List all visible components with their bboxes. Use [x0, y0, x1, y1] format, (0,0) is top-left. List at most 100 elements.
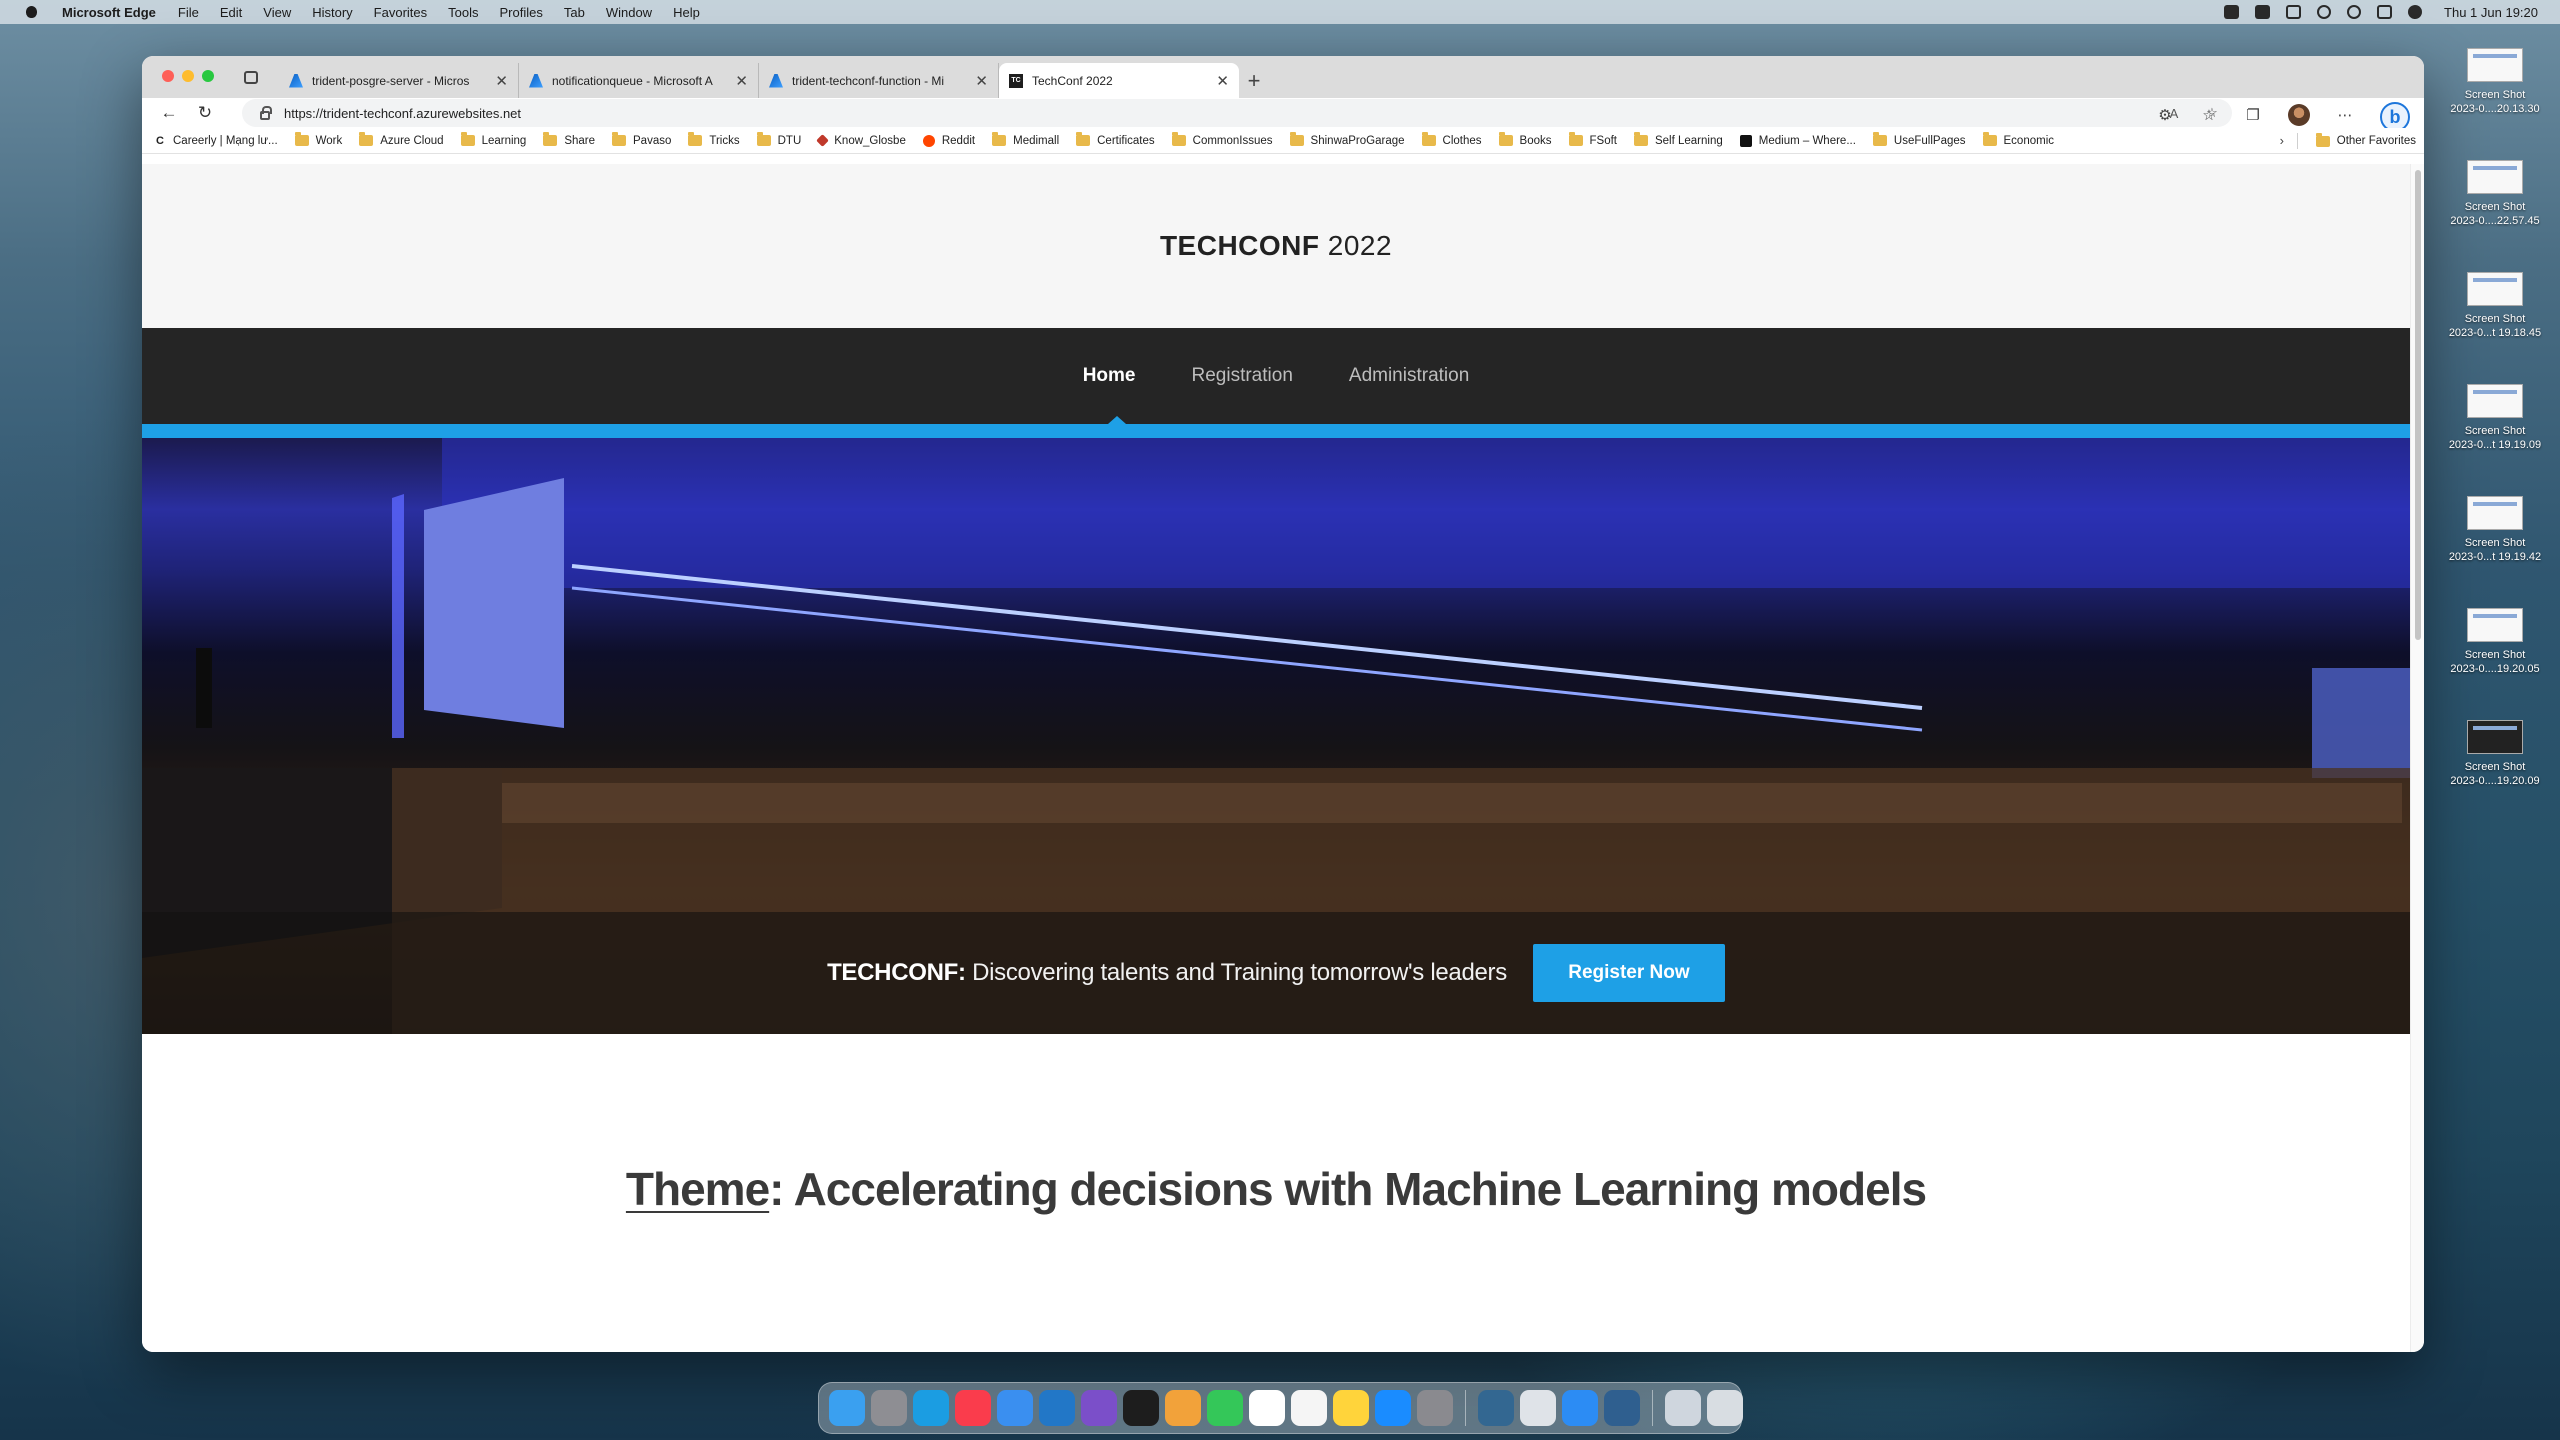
- favorite-certificates[interactable]: Certificates: [1076, 132, 1155, 147]
- new-tab-button[interactable]: +: [1239, 63, 1269, 98]
- favorite-azure-cloud[interactable]: Azure Cloud: [359, 132, 444, 147]
- favorite-self-learning[interactable]: Self Learning: [1633, 132, 1723, 147]
- reminders-icon[interactable]: [1291, 1390, 1327, 1426]
- other-favorites[interactable]: Other Favorites: [2315, 128, 2416, 154]
- desktop-file[interactable]: Screen Shot 2023-0....22.57.45: [2430, 160, 2560, 228]
- menu-file[interactable]: File: [178, 5, 199, 20]
- tab-trident-posgre-server[interactable]: trident-posgre-server - Micros ✕: [279, 63, 519, 98]
- favorite-medimall[interactable]: Medimall: [992, 132, 1059, 147]
- vscode-icon[interactable]: [1039, 1390, 1075, 1426]
- close-window-button[interactable]: [162, 70, 174, 82]
- app-store-icon[interactable]: [1375, 1390, 1411, 1426]
- tab-actions-icon[interactable]: [244, 71, 258, 84]
- favorite-commonissues[interactable]: CommonIssues: [1171, 132, 1273, 147]
- close-tab-icon[interactable]: ✕: [1216, 72, 1229, 90]
- favorite-medium[interactable]: Medium – Where...: [1739, 134, 1856, 147]
- zoom-window-button[interactable]: [202, 70, 214, 82]
- menu-help[interactable]: Help: [673, 5, 700, 20]
- close-tab-icon[interactable]: ✕: [735, 72, 748, 90]
- tab-trident-techconf-function[interactable]: trident-techconf-function - Mi ✕: [759, 63, 999, 98]
- facetime-icon[interactable]: [1207, 1390, 1243, 1426]
- url-text[interactable]: https://trident-techconf.azurewebsites.n…: [284, 106, 521, 121]
- extensions-icon[interactable]: ⚙: [2156, 106, 2174, 124]
- terminal-icon[interactable]: [1123, 1390, 1159, 1426]
- launchpad-icon[interactable]: [871, 1390, 907, 1426]
- favorite-clothes[interactable]: Clothes: [1421, 132, 1482, 147]
- menu-profiles[interactable]: Profiles: [500, 5, 543, 20]
- pgadmin-icon[interactable]: [1604, 1390, 1640, 1426]
- edge-icon[interactable]: [913, 1390, 949, 1426]
- favorite-pavaso[interactable]: Pavaso: [612, 132, 671, 147]
- favorite-work[interactable]: Work: [294, 132, 342, 147]
- favorite-fsoft[interactable]: FSoft: [1568, 132, 1617, 147]
- favorite-usefullpages[interactable]: UseFullPages: [1872, 132, 1966, 147]
- collections-icon[interactable]: ❐: [2244, 106, 2262, 124]
- tab-notificationqueue[interactable]: notificationqueue - Microsoft A ✕: [519, 63, 759, 98]
- menu-tab[interactable]: Tab: [564, 5, 585, 20]
- nav-home[interactable]: Home: [1083, 365, 1136, 387]
- script-editor-icon[interactable]: [1520, 1390, 1556, 1426]
- favorite-learning[interactable]: Learning: [460, 132, 526, 147]
- safari-icon[interactable]: [1562, 1390, 1598, 1426]
- menu-view[interactable]: View: [263, 5, 291, 20]
- reload-icon[interactable]: ↻: [196, 103, 214, 122]
- menu-history[interactable]: History: [312, 5, 352, 20]
- input-source-icon[interactable]: [2255, 5, 2271, 19]
- menu-edit[interactable]: Edit: [220, 5, 242, 20]
- apple-icon[interactable]: [22, 5, 44, 19]
- favorite-tricks[interactable]: Tricks: [688, 132, 740, 147]
- desktop-file[interactable]: Screen Shot 2023-0....19.20.05: [2430, 608, 2560, 676]
- cloud-status-icon[interactable]: [2224, 5, 2240, 19]
- desktop-file[interactable]: Screen Shot 2023-0...t 19.18.45: [2430, 272, 2560, 340]
- system-settings-icon[interactable]: [1417, 1390, 1453, 1426]
- desktop-file[interactable]: Screen Shot 2023-0...t 19.19.09: [2430, 384, 2560, 452]
- favorite-know-glosbe[interactable]: Know_Glosbe: [816, 134, 906, 147]
- photos-icon[interactable]: [1165, 1390, 1201, 1426]
- battery-icon[interactable]: [2286, 5, 2302, 19]
- menu-tools[interactable]: Tools: [448, 5, 478, 20]
- siri-icon[interactable]: [2408, 5, 2423, 19]
- favorite-reddit[interactable]: Reddit: [922, 134, 975, 147]
- menubar-clock[interactable]: Thu 1 Jun 19:20: [2444, 5, 2538, 20]
- visual-studio-icon[interactable]: [1081, 1390, 1117, 1426]
- music-icon[interactable]: [955, 1390, 991, 1426]
- desktop-file[interactable]: Screen Shot 2023-0....19.20.09: [2430, 720, 2560, 788]
- favorite-books[interactable]: Books: [1498, 132, 1552, 147]
- nav-registration[interactable]: Registration: [1192, 365, 1293, 387]
- search-icon[interactable]: [2347, 5, 2362, 19]
- wifi-icon[interactable]: [2317, 5, 2332, 19]
- trash-icon[interactable]: [1707, 1390, 1743, 1426]
- chevron-right-icon[interactable]: ›: [2280, 133, 2284, 148]
- site-brand[interactable]: TECHCONF 2022: [1160, 230, 1392, 262]
- scrollbar-thumb[interactable]: [2415, 170, 2421, 640]
- theme-prefix[interactable]: Theme: [626, 1163, 770, 1215]
- favorite-share[interactable]: Share: [543, 132, 595, 147]
- calendar-icon[interactable]: [1249, 1390, 1285, 1426]
- register-now-button[interactable]: Register Now: [1532, 944, 1725, 1002]
- page-scrollbar[interactable]: [2410, 164, 2424, 1352]
- address-bar[interactable]: https://trident-techconf.azurewebsites.n…: [242, 99, 2232, 127]
- tab-techconf-2022[interactable]: TC TechConf 2022 ✕: [999, 63, 1239, 98]
- menu-app-name[interactable]: Microsoft Edge: [62, 5, 156, 20]
- menu-window[interactable]: Window: [606, 5, 652, 20]
- profile-avatar[interactable]: [2288, 104, 2310, 126]
- favorite-economic[interactable]: Economic: [1982, 132, 2054, 147]
- mail-icon[interactable]: [997, 1390, 1033, 1426]
- favorites-icon[interactable]: ☆: [2200, 106, 2218, 124]
- favorite-dtu[interactable]: DTU: [756, 132, 801, 147]
- close-tab-icon[interactable]: ✕: [495, 72, 508, 90]
- nav-administration[interactable]: Administration: [1349, 365, 1469, 387]
- downloads-icon[interactable]: [1665, 1390, 1701, 1426]
- menu-favorites[interactable]: Favorites: [374, 5, 427, 20]
- notes-icon[interactable]: [1333, 1390, 1369, 1426]
- favorite-careerly[interactable]: C Careerly | Mạng lư...: [156, 135, 278, 147]
- minimize-window-button[interactable]: [182, 70, 194, 82]
- more-menu-icon[interactable]: ⋯: [2336, 106, 2354, 124]
- control-center-icon[interactable]: [2377, 5, 2393, 19]
- postgres-icon[interactable]: [1478, 1390, 1514, 1426]
- favorite-shinwaprogarage[interactable]: ShinwaProGarage: [1289, 132, 1405, 147]
- lock-icon[interactable]: [260, 105, 272, 120]
- finder-icon[interactable]: [829, 1390, 865, 1426]
- back-arrow-icon[interactable]: ←: [160, 103, 178, 122]
- close-tab-icon[interactable]: ✕: [975, 72, 988, 90]
